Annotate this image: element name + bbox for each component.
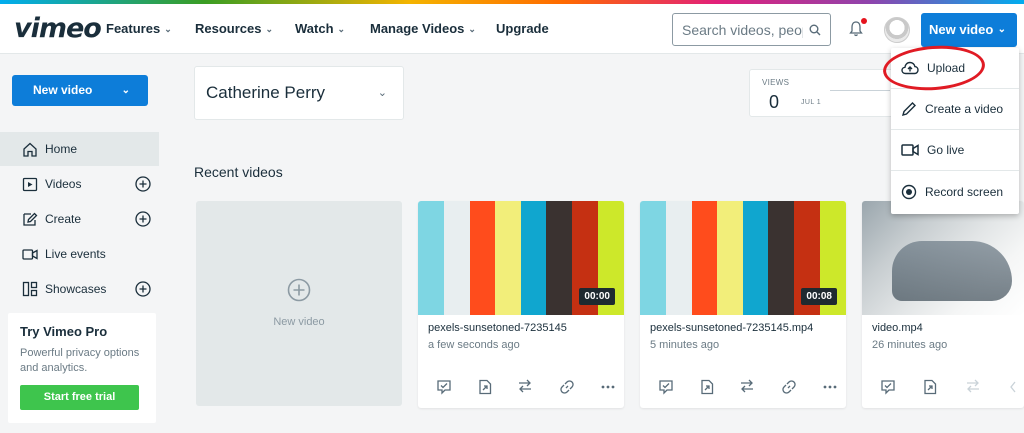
link-icon[interactable]	[559, 379, 575, 395]
video-camera-icon	[901, 144, 919, 156]
camera-icon	[22, 248, 38, 260]
notifications-bell-icon[interactable]	[849, 18, 867, 42]
vimeo-pro-promo: Try Vimeo Pro Powerful privacy options a…	[8, 313, 156, 423]
video-card[interactable]: 00:00 pexels-sunsetoned-7235145 a few se…	[418, 201, 624, 408]
dropdown-item-create-video[interactable]: Create a video	[891, 89, 1019, 130]
new-video-card-label: New video	[273, 316, 325, 328]
search-input[interactable]	[673, 14, 803, 45]
views-sparkline	[830, 90, 890, 91]
nav-resources[interactable]: Resources ⌄	[195, 21, 273, 36]
chevron-down-icon: ⌄	[164, 24, 172, 34]
chevron-down-icon: ⌄	[997, 24, 1006, 35]
video-title[interactable]: pexels-sunsetoned-7235145.mp4	[650, 322, 813, 334]
video-actions	[436, 379, 616, 395]
sidebar-item-create[interactable]: Create	[0, 202, 159, 236]
views-label: VIEWS	[762, 78, 790, 87]
views-count: 0	[769, 92, 780, 112]
video-duration: 00:08	[801, 288, 837, 305]
nav-upgrade[interactable]: Upgrade	[496, 21, 549, 36]
nav-features[interactable]: Features ⌄	[106, 21, 172, 36]
nav-manage-videos[interactable]: Manage Videos ⌄	[370, 21, 476, 36]
share-file-icon[interactable]	[700, 379, 714, 395]
video-icon	[22, 177, 38, 191]
promo-description: Powerful privacy options and analytics.	[20, 347, 140, 374]
chevron-down-icon: ⌄	[337, 24, 346, 34]
new-video-button[interactable]: New video ⌄	[921, 13, 1017, 47]
video-actions	[658, 379, 838, 395]
link-icon[interactable]	[781, 379, 797, 395]
review-icon[interactable]	[436, 379, 452, 395]
upload-cloud-icon	[901, 61, 919, 75]
start-free-trial-button[interactable]: Start free trial	[20, 385, 139, 410]
showcase-icon	[22, 281, 38, 297]
add-circle-icon	[287, 278, 311, 302]
sidebar-item-live-events[interactable]: Live events	[0, 237, 159, 271]
video-title[interactable]: video.mp4	[872, 322, 923, 334]
more-options-icon[interactable]	[822, 379, 838, 395]
new-video-card[interactable]: New video	[196, 201, 402, 406]
account-selector[interactable]: Catherine Perry ⌄	[194, 66, 404, 120]
sidebar-new-video-button[interactable]: New video ⌄	[12, 75, 148, 106]
video-duration: 00:00	[579, 288, 615, 305]
video-upload-time: a few seconds ago	[428, 339, 520, 351]
add-create-icon[interactable]	[135, 211, 151, 227]
swap-icon[interactable]	[517, 379, 533, 393]
dropdown-item-record-screen[interactable]: Record screen	[891, 171, 1019, 212]
views-stats-card: VIEWS 0 JUL 1	[749, 69, 899, 117]
video-title[interactable]: pexels-sunsetoned-7235145	[428, 322, 567, 334]
video-card[interactable]: 00:08 pexels-sunsetoned-7235145.mp4 5 mi…	[640, 201, 846, 408]
swap-icon[interactable]	[965, 379, 981, 393]
home-icon	[23, 142, 37, 157]
sidebar-item-showcases[interactable]: Showcases	[0, 272, 159, 306]
dropdown-item-go-live[interactable]: Go live	[891, 130, 1019, 171]
review-icon[interactable]	[880, 379, 896, 395]
chevron-down-icon: ⌄	[377, 87, 387, 99]
video-upload-time: 26 minutes ago	[872, 339, 948, 351]
sidebar: New video ⌄ Home Videos Create Live event…	[0, 55, 169, 433]
top-header: vimeo Features ⌄ Resources ⌄ Watch ⌄ Manage…	[0, 4, 1024, 54]
record-icon	[901, 184, 917, 199]
more-options-icon[interactable]	[600, 379, 616, 395]
chevron-down-icon: ⌄	[468, 24, 476, 34]
new-video-dropdown-menu: Upload Create a video Go live Record scr…	[891, 48, 1019, 214]
nav-watch[interactable]: Watch ⌄	[295, 21, 345, 36]
promo-title: Try Vimeo Pro	[20, 324, 108, 339]
create-icon	[23, 212, 38, 226]
add-showcase-icon[interactable]	[135, 281, 151, 297]
chevron-down-icon: ⌄	[265, 24, 274, 34]
search-icon[interactable]	[809, 23, 821, 41]
sidebar-item-videos[interactable]: Videos	[0, 167, 159, 201]
recent-videos-heading: Recent videos	[194, 164, 283, 180]
chevron-down-icon: ⌄	[121, 85, 130, 96]
add-video-icon[interactable]	[135, 176, 151, 192]
avatar[interactable]	[884, 17, 910, 43]
sidebar-item-home[interactable]: Home	[0, 132, 159, 166]
share-file-icon[interactable]	[923, 379, 937, 395]
swap-icon[interactable]	[739, 379, 755, 393]
vimeo-logo[interactable]: vimeo	[14, 13, 102, 44]
pencil-icon	[901, 102, 916, 117]
views-date: JUL 1	[801, 99, 822, 106]
chevron-left-icon[interactable]	[1008, 379, 1018, 395]
review-icon[interactable]	[658, 379, 674, 395]
video-actions	[880, 379, 1018, 395]
video-card[interactable]: video.mp4 26 minutes ago	[862, 201, 1024, 408]
notification-dot	[861, 18, 867, 24]
dropdown-item-upload[interactable]: Upload	[891, 48, 1019, 89]
video-upload-time: 5 minutes ago	[650, 339, 720, 351]
video-thumbnail[interactable]	[862, 201, 1024, 315]
thumbnail-image	[892, 241, 1012, 301]
share-file-icon[interactable]	[478, 379, 492, 395]
search-box	[672, 13, 831, 46]
